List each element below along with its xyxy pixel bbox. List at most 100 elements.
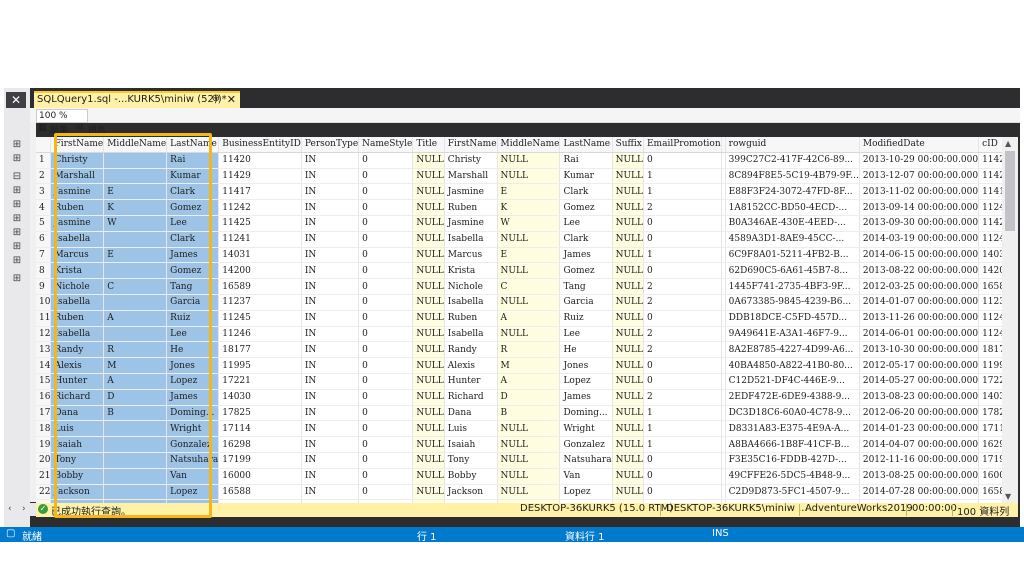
table-cell[interactable]: NULL (612, 168, 644, 185)
table-cell[interactable]: A (497, 310, 561, 327)
table-cell[interactable]: 2013-08-23 00:00:00.000 (859, 389, 980, 406)
table-cell[interactable]: 0 (358, 357, 414, 374)
table-cell[interactable]: 16000 (218, 468, 302, 485)
scroll-down-icon[interactable]: ▼ (1005, 492, 1011, 501)
table-cell[interactable]: Isabella (444, 326, 498, 343)
table-cell[interactable]: E88F3F24-3072-47FD-8F... (725, 183, 860, 201)
table-cell[interactable]: NULL (497, 436, 561, 453)
table-cell[interactable]: NULL (497, 231, 561, 248)
table-cell[interactable]: 2014-06-15 00:00:00.000 (859, 247, 980, 264)
table-cell[interactable]: NULL (497, 468, 561, 485)
table-cell[interactable]: C (497, 278, 561, 295)
column-header[interactable]: PersonType (301, 137, 360, 153)
table-cell[interactable]: 0 (358, 420, 414, 438)
row-number[interactable]: 8 (36, 262, 52, 280)
table-cell[interactable]: Van (559, 468, 613, 485)
table-cell[interactable]: E (497, 247, 561, 264)
table-cell[interactable]: 0 (358, 199, 414, 216)
table-cell[interactable]: Clark (559, 183, 613, 201)
table-cell[interactable]: Dana (444, 405, 498, 422)
table-cell[interactable]: 49CFFE26-5DC5-4B48-9... (725, 468, 860, 485)
table-cell[interactable]: 2013-11-02 00:00:00.000 (859, 183, 980, 201)
table-cell[interactable]: IN (301, 373, 360, 390)
table-cell[interactable]: Clark (559, 231, 613, 248)
table-cell[interactable]: IN (301, 294, 360, 311)
table-cell[interactable]: 1 (643, 168, 722, 185)
vertical-scrollbar[interactable]: ▲ ▼ (1002, 137, 1018, 503)
table-cell[interactable]: NULL (412, 247, 445, 264)
table-cell[interactable]: 2 (643, 294, 722, 311)
table-cell[interactable]: 1 (643, 183, 722, 201)
table-cell[interactable]: C2D9D873-5FC1-4507-9... (725, 484, 860, 501)
table-cell[interactable]: NULL (612, 484, 644, 501)
table-cell[interactable]: 0 (643, 357, 722, 374)
table-cell[interactable]: Jackson (444, 484, 498, 501)
table-cell[interactable]: Alexis (444, 357, 498, 374)
row-number[interactable]: 9 (36, 278, 52, 295)
table-cell[interactable]: IN (301, 420, 360, 438)
table-cell[interactable]: NULL (412, 326, 445, 343)
table-cell[interactable]: 0 (358, 389, 414, 406)
table-cell[interactable]: NULL (497, 420, 561, 438)
column-header[interactable]: Title (412, 137, 445, 153)
row-number[interactable]: 3 (36, 183, 52, 201)
table-cell[interactable]: Lopez (559, 373, 613, 390)
table-cell[interactable]: 0 (358, 452, 414, 469)
table-cell[interactable]: 0 (358, 231, 414, 248)
table-cell[interactable]: 0 (643, 310, 722, 327)
table-cell[interactable]: 11429 (218, 168, 302, 185)
table-cell[interactable]: IN (301, 389, 360, 406)
table-cell[interactable]: Lee (559, 326, 613, 343)
table-cell[interactable]: NULL (612, 215, 644, 232)
table-cell[interactable]: 17199 (218, 452, 302, 469)
table-cell[interactable]: 11425 (218, 215, 302, 232)
expand-icon[interactable]: ⊞ (7, 272, 27, 286)
row-number[interactable]: 20 (36, 452, 52, 469)
table-cell[interactable]: Tony (444, 452, 498, 469)
table-cell[interactable]: 11246 (218, 326, 302, 343)
table-cell[interactable]: NULL (612, 436, 644, 453)
row-number[interactable]: 6 (36, 231, 52, 248)
table-cell[interactable]: NULL (612, 199, 644, 216)
table-cell[interactable]: Doming... (559, 405, 613, 422)
table-cell[interactable]: 0 (643, 484, 722, 501)
scroll-right-icon[interactable]: › (22, 504, 26, 514)
table-cell[interactable]: 2013-10-30 00:00:00.000 (859, 341, 980, 359)
table-cell[interactable]: DDB18DCE-C5FD-457D... (725, 310, 860, 327)
table-cell[interactable]: 14031 (218, 247, 302, 264)
table-cell[interactable]: Ruben (444, 310, 498, 327)
table-cell[interactable]: 2012-05-17 00:00:00.000 (859, 357, 980, 374)
table-cell[interactable]: 0 (643, 231, 722, 248)
table-cell[interactable]: NULL (612, 420, 644, 438)
table-cell[interactable]: 0 (358, 484, 414, 501)
table-cell[interactable]: Hunter (444, 373, 498, 390)
table-cell[interactable]: 16589 (218, 278, 302, 295)
table-cell[interactable]: NULL (412, 484, 445, 501)
table-cell[interactable]: 18177 (218, 341, 302, 359)
table-cell[interactable]: NULL (497, 262, 561, 280)
table-cell[interactable]: Ruiz (559, 310, 613, 327)
table-cell[interactable]: 0 (358, 168, 414, 185)
table-cell[interactable]: Luis (444, 420, 498, 438)
table-cell[interactable]: NULL (412, 357, 445, 374)
table-cell[interactable]: IN (301, 310, 360, 327)
table-cell[interactable]: IN (301, 326, 360, 343)
table-cell[interactable]: 2 (643, 389, 722, 406)
table-cell[interactable]: Isaiah (444, 436, 498, 453)
table-cell[interactable]: IN (301, 357, 360, 374)
table-cell[interactable]: NULL (412, 199, 445, 216)
table-cell[interactable]: 62D690C5-6A61-45B7-8... (725, 262, 860, 280)
table-cell[interactable]: D (497, 389, 561, 406)
table-cell[interactable]: 0 (643, 152, 722, 169)
table-cell[interactable]: 2012-06-20 00:00:00.000 (859, 405, 980, 422)
table-cell[interactable]: NULL (612, 152, 644, 169)
table-cell[interactable]: 17221 (218, 373, 302, 390)
table-cell[interactable]: NULL (412, 389, 445, 406)
table-cell[interactable]: 11995 (218, 357, 302, 374)
table-cell[interactable]: 2014-03-19 00:00:00.000 (859, 231, 980, 248)
row-number[interactable]: 22 (36, 484, 52, 501)
table-cell[interactable]: 2012-03-25 00:00:00.000 (859, 278, 980, 295)
table-cell[interactable]: 2014-01-07 00:00:00.000 (859, 294, 980, 311)
table-cell[interactable]: NULL (412, 341, 445, 359)
table-cell[interactable]: NULL (412, 420, 445, 438)
